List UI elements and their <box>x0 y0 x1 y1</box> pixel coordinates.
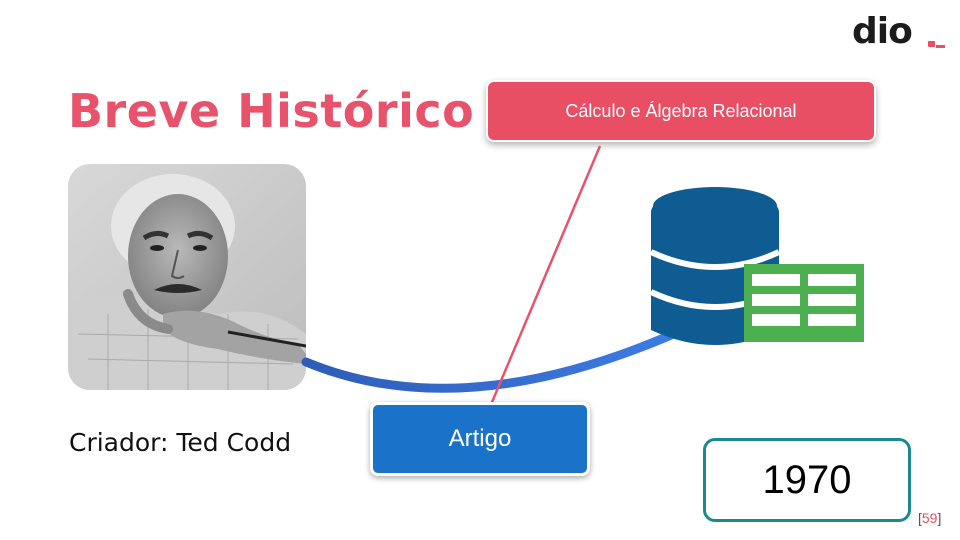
spreadsheet-icon <box>744 264 864 342</box>
creator-caption: Criador: Ted Codd <box>69 428 292 457</box>
page-number-value: 59 <box>921 510 938 526</box>
page-number: [59] <box>918 510 942 526</box>
year-box: 1970 <box>703 438 911 522</box>
year-label: 1970 <box>762 457 852 502</box>
artigo-box: Artigo <box>370 402 590 476</box>
artigo-label: Artigo <box>448 425 512 452</box>
